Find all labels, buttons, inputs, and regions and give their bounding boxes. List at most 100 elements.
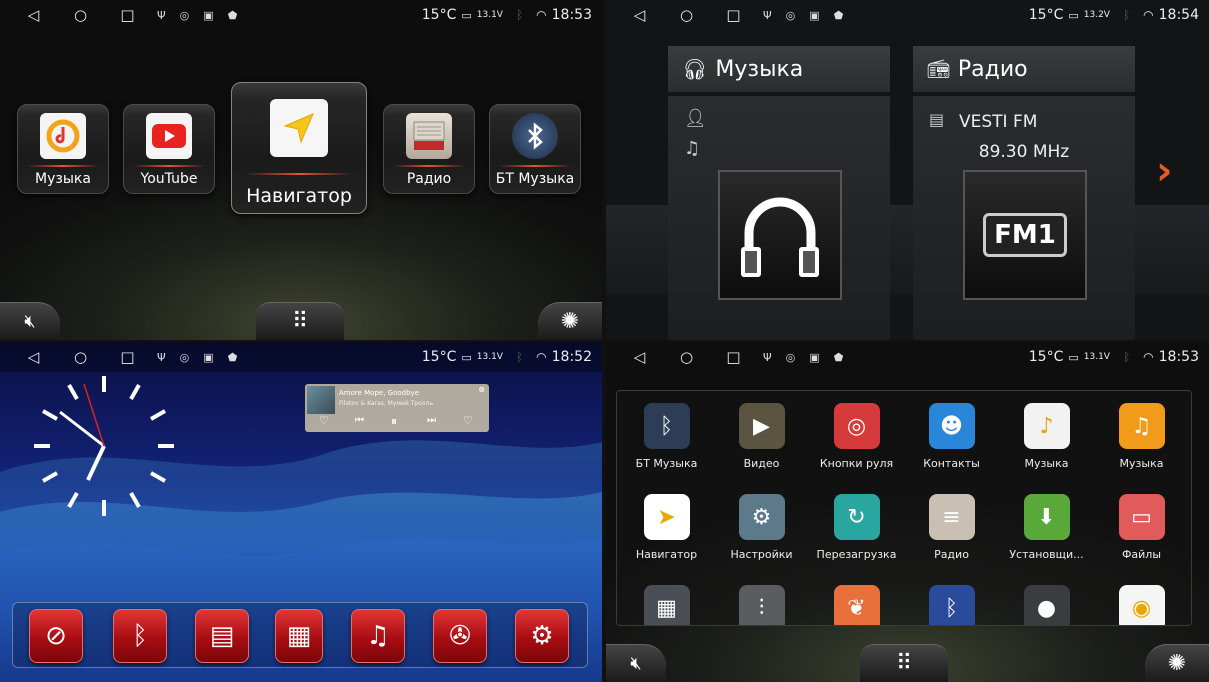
note-icon: ♫	[684, 138, 701, 159]
voltage: 13.1V	[476, 10, 503, 20]
back-icon[interactable]: ◁	[10, 6, 57, 24]
dock-apps[interactable]: ▦	[275, 609, 323, 663]
settings-icon: ⚙	[530, 621, 554, 651]
radio-widget-header[interactable]: 📻︎ Радио	[913, 46, 1135, 92]
tile-glow	[499, 165, 571, 167]
status-bar: ◁ ○ □ Ψ ◎ ▣ ⬟ 15°C ▭ 13.1V ᛒ ◠ 18:53	[0, 0, 602, 30]
music-widget[interactable]: 👤︎ ♫	[668, 96, 890, 340]
tile-radio[interactable]: Радио	[383, 104, 475, 194]
gps-icon: ◎	[785, 350, 796, 364]
tile-label: Навигатор	[246, 185, 352, 207]
radio-small-icon: 📻︎	[927, 58, 950, 80]
mute-icon: 🔇︎	[630, 653, 642, 674]
app-item[interactable]: ▶ Видео	[714, 403, 809, 470]
app-item[interactable]: ☻ Контакты	[904, 403, 999, 470]
navigation-icon: ⊘	[45, 621, 67, 651]
app-item[interactable]: ◎ Кнопки руля	[809, 403, 904, 470]
recents-icon[interactable]: □	[104, 348, 151, 366]
voltage: 13.1V	[1083, 352, 1110, 362]
app-drawer-button[interactable]: ⠿	[860, 644, 948, 682]
recents-icon[interactable]: □	[710, 6, 757, 24]
app-item[interactable]: ⚙ Настройки	[714, 494, 809, 561]
tile-music[interactable]: Музыка	[17, 104, 109, 194]
dock-music[interactable]: ♫	[351, 609, 405, 663]
tile-bt-music[interactable]: БТ Музыка	[489, 104, 581, 194]
app-item[interactable]: ⬇ Установщи...	[999, 494, 1094, 561]
home-icon[interactable]: ○	[663, 6, 710, 24]
app-drawer-button[interactable]: ⠿	[256, 302, 344, 340]
app-item[interactable]: ♪ Музыка	[999, 403, 1094, 470]
tile-youtube[interactable]: YouTube	[123, 104, 215, 194]
music-widget-header[interactable]: 🎧︎ Музыка	[668, 46, 890, 92]
grid-icon: ⠿	[895, 651, 913, 676]
brightness-button[interactable]: ✺	[1145, 644, 1209, 682]
app-item[interactable]: ⫶	[714, 585, 809, 625]
app-item[interactable]: ❦	[809, 585, 904, 625]
bluetooth-status-icon: ᛒ	[1122, 350, 1131, 364]
status-bar: ◁ ○ □ Ψ ◎ ▣ ⬟ 15°C ▭ 13.1V ᛒ ◠ 18:53	[606, 342, 1209, 372]
tile-label: БТ Музыка	[495, 171, 575, 187]
gps-icon: ◎	[785, 8, 796, 22]
battery-icon: ▭	[1068, 8, 1079, 22]
home-icon[interactable]: ○	[57, 6, 104, 24]
back-icon[interactable]: ◁	[10, 348, 57, 366]
dock-bluetooth[interactable]: ᛒ	[113, 609, 167, 663]
clock-time: 18:52	[551, 349, 592, 365]
app-item[interactable]: ᛒ БТ Музыка	[619, 403, 714, 470]
hour-hand	[86, 445, 106, 481]
battery-icon: ▭	[461, 8, 472, 22]
app-item[interactable]: ♫ Музыка	[1094, 403, 1189, 470]
bluetooth-music-icon	[512, 113, 558, 159]
mini-player[interactable]: Amore Mope, Goodbye Filatov & Karas, Мум…	[305, 384, 489, 432]
next-icon[interactable]: ⏭︎	[427, 415, 436, 426]
sun-icon: ✺	[560, 309, 580, 334]
app-item[interactable]: ↻ Перезагрузка	[809, 494, 904, 561]
back-icon[interactable]: ◁	[616, 6, 663, 24]
voltage: 13.1V	[476, 352, 503, 362]
youtube-icon	[146, 113, 192, 159]
dock-navigation[interactable]: ⊘	[29, 609, 83, 663]
app-item[interactable]: ᛒ	[904, 585, 999, 625]
mute-button[interactable]: 🔇︎	[0, 302, 60, 340]
station-frequency: 89.30 MHz	[978, 142, 1070, 162]
screenshot-icon: ▣	[809, 350, 820, 364]
mute-button[interactable]: 🔇︎	[606, 644, 666, 682]
usb-icon: Ψ	[157, 350, 166, 364]
app-item[interactable]: ▦	[619, 585, 714, 625]
app-item[interactable]: ▭ Файлы	[1094, 494, 1189, 561]
like-icon[interactable]: ♡	[463, 414, 473, 427]
dock-radio[interactable]: ▤	[195, 609, 249, 663]
pause-icon[interactable]: ⏸︎	[391, 414, 397, 429]
tile-navigator[interactable]: Навигатор	[231, 82, 367, 214]
radio-widget[interactable]: ▤ VESTI FM 89.30 MHz FM1	[913, 96, 1135, 340]
dislike-icon[interactable]: ♡	[319, 414, 329, 427]
brightness-button[interactable]: ✺	[538, 302, 602, 340]
app-label: Перезагрузка	[816, 548, 897, 561]
dock-settings[interactable]: ⚙	[515, 609, 569, 663]
recents-icon[interactable]: □	[104, 6, 151, 24]
home-icon[interactable]: ○	[663, 348, 710, 366]
app-item[interactable]: ●	[999, 585, 1094, 625]
app-item[interactable]: ◉	[1094, 585, 1189, 625]
tile-glow	[393, 165, 465, 167]
apps-icon: ▦	[286, 621, 312, 651]
status-bar: ◁ ○ □ Ψ ◎ ▣ ⬟ 15°C ▭ 13.2V ᛒ ◠ 18:54	[606, 0, 1209, 30]
voltage: 13.2V	[1083, 10, 1110, 20]
radio-icon: ▤	[209, 621, 235, 651]
app-item[interactable]: ≡ Радио	[904, 494, 999, 561]
prev-icon[interactable]: ⏮︎	[355, 415, 364, 426]
headphones-art-icon	[741, 197, 819, 277]
close-icon[interactable]: ⊗	[478, 385, 485, 394]
back-icon[interactable]: ◁	[616, 348, 663, 366]
temperature: 15°C	[1028, 7, 1064, 23]
app-label: Радио	[934, 548, 969, 561]
next-page-arrow[interactable]: ›	[1156, 148, 1172, 194]
player-song: Amore Mope, Goodbye	[339, 389, 419, 397]
recents-icon[interactable]: □	[710, 348, 757, 366]
home-icon[interactable]: ○	[57, 348, 104, 366]
grid-icon: ⠿	[291, 309, 309, 334]
dock-video[interactable]: ✇	[433, 609, 487, 663]
analog-clock[interactable]	[30, 372, 178, 520]
app-item[interactable]: ➤ Навигатор	[619, 494, 714, 561]
desktop-screen: ◁ ○ □ Ψ ◎ ▣ ⬟ 15°C ▭ 13.1V ᛒ ◠ 18:52 Amo…	[0, 342, 602, 682]
